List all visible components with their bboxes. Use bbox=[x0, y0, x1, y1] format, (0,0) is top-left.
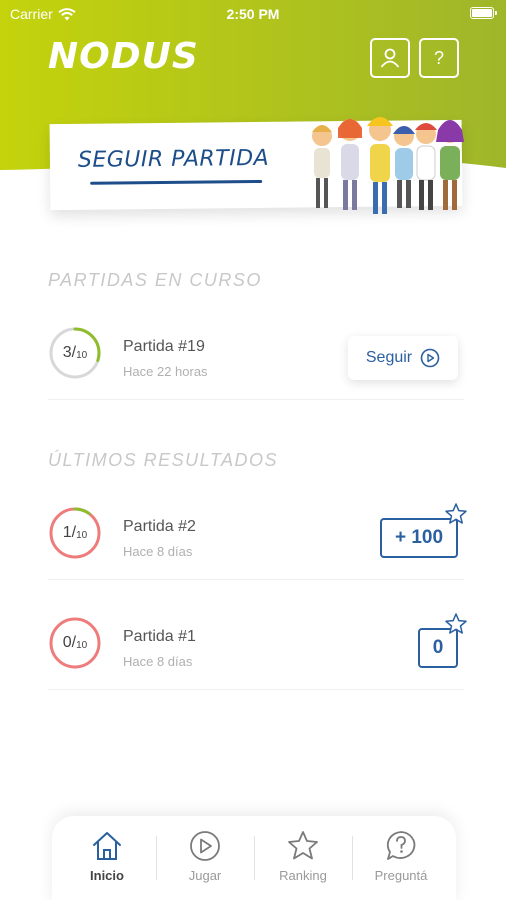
game-time: Hace 8 días bbox=[123, 544, 193, 559]
result-row[interactable]: 1/10 Partida #2 Hace 8 días + 100 bbox=[48, 503, 467, 580]
score-total: 10 bbox=[76, 349, 88, 361]
play-icon bbox=[190, 831, 220, 861]
question-bubble-icon bbox=[386, 831, 416, 860]
help-label: ? bbox=[433, 47, 444, 68]
status-bar: Carrier 2:50 PM bbox=[0, 0, 506, 28]
home-icon bbox=[93, 832, 121, 860]
tab-label: Preguntá bbox=[374, 868, 428, 883]
star-icon bbox=[288, 831, 318, 860]
tab-pregunta[interactable]: Preguntá bbox=[352, 830, 450, 890]
continue-game-label: SEGUIR PARTIDA bbox=[77, 145, 270, 173]
continue-button[interactable]: Seguir bbox=[348, 336, 458, 380]
score-value: 0 bbox=[62, 634, 72, 651]
score-value: 1 bbox=[62, 524, 72, 541]
tab-label: Ranking bbox=[279, 868, 327, 883]
game-name: Partida #1 bbox=[123, 628, 196, 645]
game-time: Hace 22 horas bbox=[123, 364, 208, 379]
tab-label: Jugar bbox=[188, 868, 222, 883]
app-logo: NODUS bbox=[48, 36, 199, 77]
status-time: 2:50 PM bbox=[226, 6, 280, 22]
game-row[interactable]: 3/10 Partida #19 Hace 22 horas Seguir bbox=[48, 326, 464, 400]
score-fraction: 1/10 bbox=[62, 524, 88, 541]
tab-label: Inicio bbox=[90, 868, 124, 883]
points-value: 0 bbox=[432, 637, 444, 658]
score-fraction: 3/10 bbox=[62, 344, 88, 361]
characters-illustration bbox=[312, 117, 464, 214]
help-button[interactable]: ? bbox=[419, 38, 459, 78]
tab-jugar[interactable]: Jugar bbox=[156, 830, 254, 890]
points-value: + 100 bbox=[394, 527, 444, 548]
result-row[interactable]: 0/10 Partida #1 Hace 8 días 0 bbox=[48, 613, 467, 690]
profile-button[interactable] bbox=[370, 38, 410, 78]
star-icon bbox=[445, 503, 467, 524]
tab-ranking[interactable]: Ranking bbox=[254, 830, 352, 890]
score-fraction: 0/10 bbox=[62, 634, 88, 651]
battery-icon bbox=[470, 7, 497, 19]
star-icon bbox=[445, 613, 467, 634]
score-total: 10 bbox=[76, 529, 88, 541]
continue-button-label: Seguir bbox=[365, 349, 413, 366]
game-time: Hace 8 días bbox=[123, 654, 193, 669]
game-name: Partida #19 bbox=[123, 338, 205, 355]
banner-underline bbox=[90, 179, 263, 185]
game-name: Partida #2 bbox=[123, 518, 196, 535]
tab-bar: Inicio Jugar Ranking Preguntá bbox=[52, 816, 456, 900]
results-title: ÚLTIMOS RESULTADOS bbox=[48, 450, 279, 470]
user-icon bbox=[380, 48, 400, 68]
tab-inicio[interactable]: Inicio bbox=[58, 830, 156, 890]
score-value: 3 bbox=[62, 344, 72, 361]
play-circle-icon bbox=[420, 348, 440, 368]
score-total: 10 bbox=[76, 639, 88, 651]
in-progress-title: PARTIDAS EN CURSO bbox=[48, 270, 262, 290]
